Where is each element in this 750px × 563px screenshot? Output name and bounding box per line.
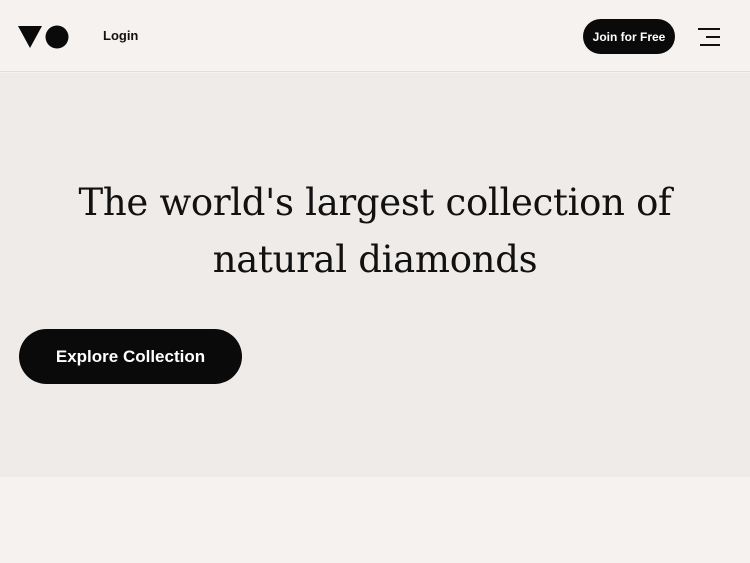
hero-title: The world's largest collection of natura… — [40, 174, 710, 288]
explore-collection-button[interactable]: Explore Collection — [19, 329, 242, 384]
hero-title-line-2: natural diamonds — [212, 238, 538, 281]
hamburger-menu-icon[interactable] — [696, 26, 722, 48]
hero-section: The world's largest collection of natura… — [0, 73, 750, 477]
login-link[interactable]: Login — [103, 28, 138, 44]
page-lower-area — [0, 477, 750, 563]
logo-icon[interactable] — [18, 24, 70, 50]
hero-title-line-1: The world's largest collection of — [78, 181, 672, 224]
join-for-free-button[interactable]: Join for Free — [583, 19, 675, 54]
site-header: Login Join for Free — [0, 0, 750, 72]
